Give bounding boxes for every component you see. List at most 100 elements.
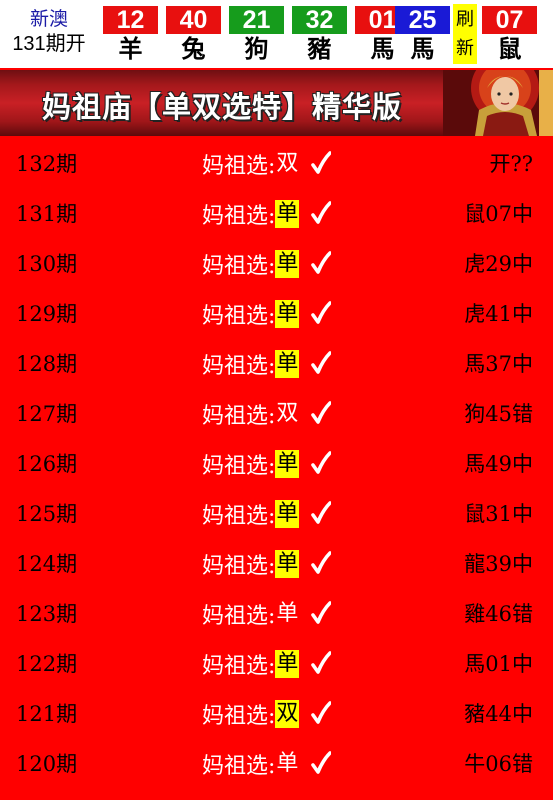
pick-label: 妈祖选: <box>202 754 276 779</box>
result-label: 狗45错 <box>464 402 533 426</box>
result-balls: 12 羊 40 兔 21 狗 32 豬 01 馬 25 馬 07 鼠刷新 <box>98 0 553 68</box>
check-icon <box>311 200 333 228</box>
pick-label: 妈祖选: <box>202 604 276 629</box>
pick-cell: 妈祖选:单 <box>202 298 333 329</box>
results-bar: 新澳 131期开 12 羊 40 兔 21 狗 32 豬 01 馬 25 馬 07 鼠刷新 <box>0 0 553 68</box>
check-icon <box>311 300 333 328</box>
result-label: 鼠07中 <box>464 202 533 226</box>
result-ball-3: 21 狗 <box>229 6 284 64</box>
result-label: 虎29中 <box>464 252 533 276</box>
ball-number: 07 <box>482 6 537 34</box>
refresh-button[interactable]: 刷新 <box>453 4 477 64</box>
result-label: 鼠31中 <box>464 502 533 526</box>
list-item: 127期 妈祖选:双 狗45错 <box>0 388 553 438</box>
pick-label: 妈祖选: <box>202 154 276 179</box>
refresh-label-char: 刷 <box>456 9 474 30</box>
pick-value: 单 <box>275 500 300 528</box>
list-item: 132期 妈祖选:双 开?? <box>0 138 553 188</box>
check-icon <box>311 550 333 578</box>
pick-cell: 妈祖选:单 <box>202 548 333 579</box>
list-item: 125期 妈祖选:单 鼠31中 <box>0 488 553 538</box>
pick-cell: 妈祖选:双 <box>202 398 333 429</box>
list-item: 130期 妈祖选:单 虎29中 <box>0 238 553 288</box>
pick-cell: 妈祖选:单 <box>202 448 333 479</box>
period-label: 127期 <box>16 402 78 426</box>
pick-cell: 妈祖选:单 <box>202 598 333 629</box>
pick-cell: 妈祖选:双 <box>202 698 333 729</box>
ball-number: 25 <box>395 6 450 34</box>
pick-label: 妈祖选: <box>202 554 276 579</box>
ball-zodiac: 兔 <box>181 35 206 63</box>
list-item: 122期 妈祖选:单 馬01中 <box>0 638 553 688</box>
period-label: 126期 <box>16 452 78 476</box>
draw-info: 新澳 131期开 <box>0 0 98 68</box>
page-banner: 妈祖庙【单双选特】精华版 <box>0 70 553 136</box>
pick-label: 妈祖选: <box>202 504 276 529</box>
result-label: 豬44中 <box>464 702 533 726</box>
ball-zodiac: 羊 <box>118 35 143 63</box>
refresh-label-char: 新 <box>456 38 474 59</box>
pick-value: 单 <box>275 200 300 228</box>
result-ball-2: 40 兔 <box>166 6 221 64</box>
ball-number: 21 <box>229 6 284 34</box>
period-label: 129期 <box>16 302 78 326</box>
result-ball-1: 12 羊 <box>103 6 158 64</box>
pick-value: 双 <box>276 401 299 426</box>
pick-cell: 妈祖选:单 <box>202 748 333 779</box>
pick-value: 单 <box>276 751 299 776</box>
pick-cell: 妈祖选:单 <box>202 348 333 379</box>
pick-value: 单 <box>275 300 300 328</box>
check-icon <box>311 600 333 628</box>
pick-value: 单 <box>275 350 300 378</box>
ball-zodiac: 豬 <box>307 35 332 63</box>
pick-value: 双 <box>275 700 300 728</box>
period-label: 123期 <box>16 602 78 626</box>
pick-cell: 妈祖选:双 <box>202 148 333 179</box>
check-icon <box>311 750 333 778</box>
period-label: 131期 <box>16 202 78 226</box>
pick-label: 妈祖选: <box>202 404 276 429</box>
result-label: 开?? <box>489 152 533 176</box>
pick-value: 单 <box>275 550 300 578</box>
period-label: 122期 <box>16 652 78 676</box>
result-label: 馬01中 <box>464 652 533 676</box>
list-item: 124期 妈祖选:单 龍39中 <box>0 538 553 588</box>
result-label: 虎41中 <box>464 302 533 326</box>
result-ball-4: 32 豬 <box>292 6 347 64</box>
pick-label: 妈祖选: <box>202 354 276 379</box>
check-icon <box>311 650 333 678</box>
mazu-statue-image <box>443 70 553 136</box>
check-icon <box>311 450 333 478</box>
result-label: 龍39中 <box>464 552 533 576</box>
pick-cell: 妈祖选:单 <box>202 648 333 679</box>
pick-label: 妈祖选: <box>202 704 276 729</box>
pick-label: 妈祖选: <box>202 454 276 479</box>
ball-number: 40 <box>166 6 221 34</box>
result-label: 雞46错 <box>464 602 533 626</box>
check-icon <box>311 150 333 178</box>
pick-cell: 妈祖选:单 <box>202 248 333 279</box>
list-item: 131期 妈祖选:单 鼠07中 <box>0 188 553 238</box>
period-label: 132期 <box>16 152 78 176</box>
result-label: 馬37中 <box>464 352 533 376</box>
result-label: 馬49中 <box>464 452 533 476</box>
check-icon <box>311 400 333 428</box>
check-icon <box>311 350 333 378</box>
pick-cell: 妈祖选:单 <box>202 198 333 229</box>
period-label: 124期 <box>16 552 78 576</box>
list-item: 120期 妈祖选:单 牛06错 <box>0 738 553 788</box>
pick-label: 妈祖选: <box>202 204 276 229</box>
list-item: 129期 妈祖选:单 虎41中 <box>0 288 553 338</box>
pick-value: 单 <box>275 250 300 278</box>
pick-value: 单 <box>275 650 300 678</box>
period-label: 130期 <box>16 252 78 276</box>
list-item: 128期 妈祖选:单 馬37中 <box>0 338 553 388</box>
period-label: 120期 <box>16 752 78 776</box>
result-ball-6: 25 馬 <box>395 6 450 64</box>
ball-zodiac: 馬 <box>410 35 435 63</box>
ball-zodiac: 狗 <box>244 35 269 63</box>
banner-title: 妈祖庙【单双选特】精华版 <box>42 90 403 124</box>
ball-number: 12 <box>103 6 158 34</box>
check-icon <box>311 500 333 528</box>
period-label: 121期 <box>16 702 78 726</box>
